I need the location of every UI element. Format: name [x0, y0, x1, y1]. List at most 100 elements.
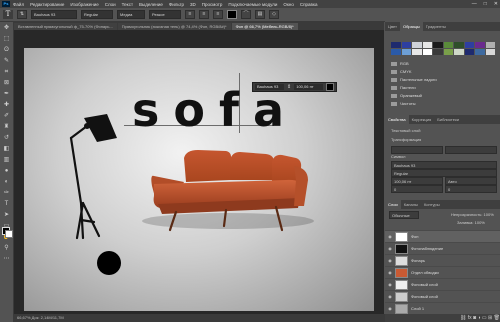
layer-row[interactable]: ◉ Фотонаблюдение	[385, 242, 500, 254]
close-button[interactable]: ✕	[494, 1, 498, 7]
swatch-folder[interactable]: RGB	[391, 60, 495, 67]
menu-plugins[interactable]: Подключаемые модули	[228, 2, 277, 7]
trash-icon[interactable]: 🗑	[494, 315, 500, 321]
color-swatch[interactable]	[485, 42, 495, 48]
color-swatch[interactable]	[475, 49, 485, 55]
group-icon[interactable]: ▭	[482, 315, 487, 321]
layer-row[interactable]: ◉ Фон	[385, 230, 500, 242]
layer-row[interactable]: ◉ Слой 1	[385, 302, 500, 314]
color-swatch[interactable]	[454, 42, 464, 48]
color-swatch[interactable]	[464, 49, 474, 55]
prop-style-field[interactable]: Regular	[391, 169, 497, 177]
menu-filter[interactable]: Фильтр	[169, 2, 184, 7]
eye-icon[interactable]: ◉	[385, 246, 395, 251]
prop-kern-field[interactable]: 0	[391, 185, 443, 193]
popup-size-field[interactable]: 100,06 пт	[294, 84, 324, 90]
eraser-tool-icon[interactable]: ◧	[2, 145, 11, 154]
popup-color-swatch[interactable]	[326, 83, 334, 91]
type-tool-icon[interactable]: T	[3, 10, 13, 19]
color-swatch[interactable]	[401, 49, 411, 55]
text-orientation-icon[interactable]: ⇅	[17, 10, 27, 19]
color-swatch[interactable]	[433, 49, 443, 55]
font-style-select[interactable]: Regular	[81, 10, 113, 19]
document-canvas[interactable]: sofa Bauhaus 93 ⇕ 100,06 пт	[24, 48, 374, 311]
antialias-select[interactable]: Резкое	[149, 10, 181, 19]
fx-icon[interactable]: fx	[468, 315, 472, 321]
brush-tool-icon[interactable]: ✐	[2, 112, 11, 121]
tab-color[interactable]: Цвет	[385, 24, 400, 29]
color-swatch[interactable]	[401, 42, 411, 48]
prop-field[interactable]	[445, 146, 497, 154]
menu-view[interactable]: Просмотр	[202, 2, 223, 7]
eyedropper-tool-icon[interactable]: ✒	[2, 90, 11, 99]
prop-size-field[interactable]: 100,06 пт	[391, 177, 443, 185]
menu-3d[interactable]: 3D	[190, 2, 196, 7]
font-family-select[interactable]: Bauhaus 93	[31, 10, 77, 19]
crop-tool-icon[interactable]: ⌗	[2, 68, 11, 77]
lasso-tool-icon[interactable]: ʘ	[2, 46, 11, 55]
swatch-folder[interactable]: Чистоты	[391, 100, 495, 107]
layer-row[interactable]: ◉ Фоновый слой	[385, 278, 500, 290]
new-layer-icon[interactable]: ⊞	[488, 315, 492, 321]
tab-libraries[interactable]: Библиотеки	[434, 117, 462, 122]
align-center-icon[interactable]: ≡	[199, 10, 209, 19]
tab-document-3[interactable]: Фон @ 66,7% (Мебель-RGB/8)*	[231, 23, 298, 30]
color-swatch[interactable]	[443, 49, 453, 55]
menu-help[interactable]: Справка	[300, 2, 318, 7]
warp-text-icon[interactable]: ⌒	[241, 10, 251, 19]
font-size-select[interactable]: Медиа	[117, 10, 145, 19]
eye-icon[interactable]: ◉	[385, 294, 395, 299]
color-swatch[interactable]	[391, 49, 401, 55]
menu-edit[interactable]: Редактирование	[30, 2, 64, 7]
dodge-tool-icon[interactable]: ◐	[2, 178, 11, 187]
link-icon[interactable]: ⛓	[460, 315, 466, 321]
align-left-icon[interactable]: ≡	[185, 10, 195, 19]
layer-row[interactable]: ◉ Фонарь	[385, 254, 500, 266]
prop-font-field[interactable]: Bauhaus 93	[391, 161, 497, 169]
tab-gradients[interactable]: Градиенты	[423, 24, 449, 29]
color-swatch[interactable]	[475, 42, 485, 48]
menu-image[interactable]: Изображение	[70, 2, 98, 7]
align-right-icon[interactable]: ≡	[213, 10, 223, 19]
menu-layers[interactable]: Слои	[105, 2, 116, 7]
swatch-folder[interactable]: CMYK	[391, 68, 495, 75]
history-brush-tool-icon[interactable]: ↺	[2, 134, 11, 143]
color-swatch[interactable]	[422, 42, 432, 48]
opacity-control[interactable]: Непрозрачность: 100%	[451, 212, 494, 217]
tab-adjustments[interactable]: Коррекция	[409, 117, 435, 122]
eye-icon[interactable]: ◉	[385, 258, 395, 263]
3d-icon[interactable]: ◇	[269, 10, 279, 19]
eye-icon[interactable]: ◉	[385, 306, 395, 311]
prop-leading-field[interactable]: Авто	[445, 177, 497, 185]
swatch-folder[interactable]: Оранжевый	[391, 92, 495, 99]
text-color-swatch[interactable]	[227, 10, 237, 19]
pen-tool-icon[interactable]: ✑	[2, 189, 11, 198]
color-swatch[interactable]	[433, 42, 443, 48]
menu-type[interactable]: Текст	[122, 2, 133, 7]
layer-row[interactable]: ◉ Фоновый слой	[385, 290, 500, 302]
mask-icon[interactable]: ◙	[473, 315, 476, 321]
tab-document-2[interactable]: Прямоугольник (эскизная тень) @ 74,4% (Ф…	[117, 23, 231, 30]
menu-select[interactable]: Выделение	[139, 2, 163, 7]
type-tool-sidebar-icon[interactable]: T	[2, 200, 11, 209]
character-panel-icon[interactable]: ▤	[255, 10, 265, 19]
eye-icon[interactable]: ◉	[385, 282, 395, 287]
layer-row[interactable]: ◉ Отдел обводки	[385, 266, 500, 278]
headline-text-layer[interactable]: sofa	[132, 85, 284, 135]
color-swatch[interactable]	[412, 49, 422, 55]
minimize-button[interactable]: —	[472, 1, 477, 7]
tab-channels[interactable]: Каналы	[401, 202, 421, 207]
menu-window[interactable]: Окно	[283, 2, 293, 7]
tab-paths[interactable]: Контуры	[421, 202, 443, 207]
zoom-tool-icon[interactable]: ⚲	[2, 244, 11, 253]
menu-file[interactable]: Файл	[13, 2, 24, 7]
color-swatch[interactable]	[443, 42, 453, 48]
swatch-folder[interactable]: Пастели	[391, 84, 495, 91]
color-swatch[interactable]	[485, 49, 495, 55]
adjustment-icon[interactable]: ◑	[478, 315, 481, 321]
popup-font-field[interactable]: Bauhaus 93	[255, 84, 285, 90]
eye-icon[interactable]: ◉	[385, 234, 395, 239]
tab-properties[interactable]: Свойства	[385, 115, 409, 124]
frame-tool-icon[interactable]: ⊠	[2, 79, 11, 88]
swatch-folder[interactable]: Пастельные ладоги	[391, 76, 495, 83]
